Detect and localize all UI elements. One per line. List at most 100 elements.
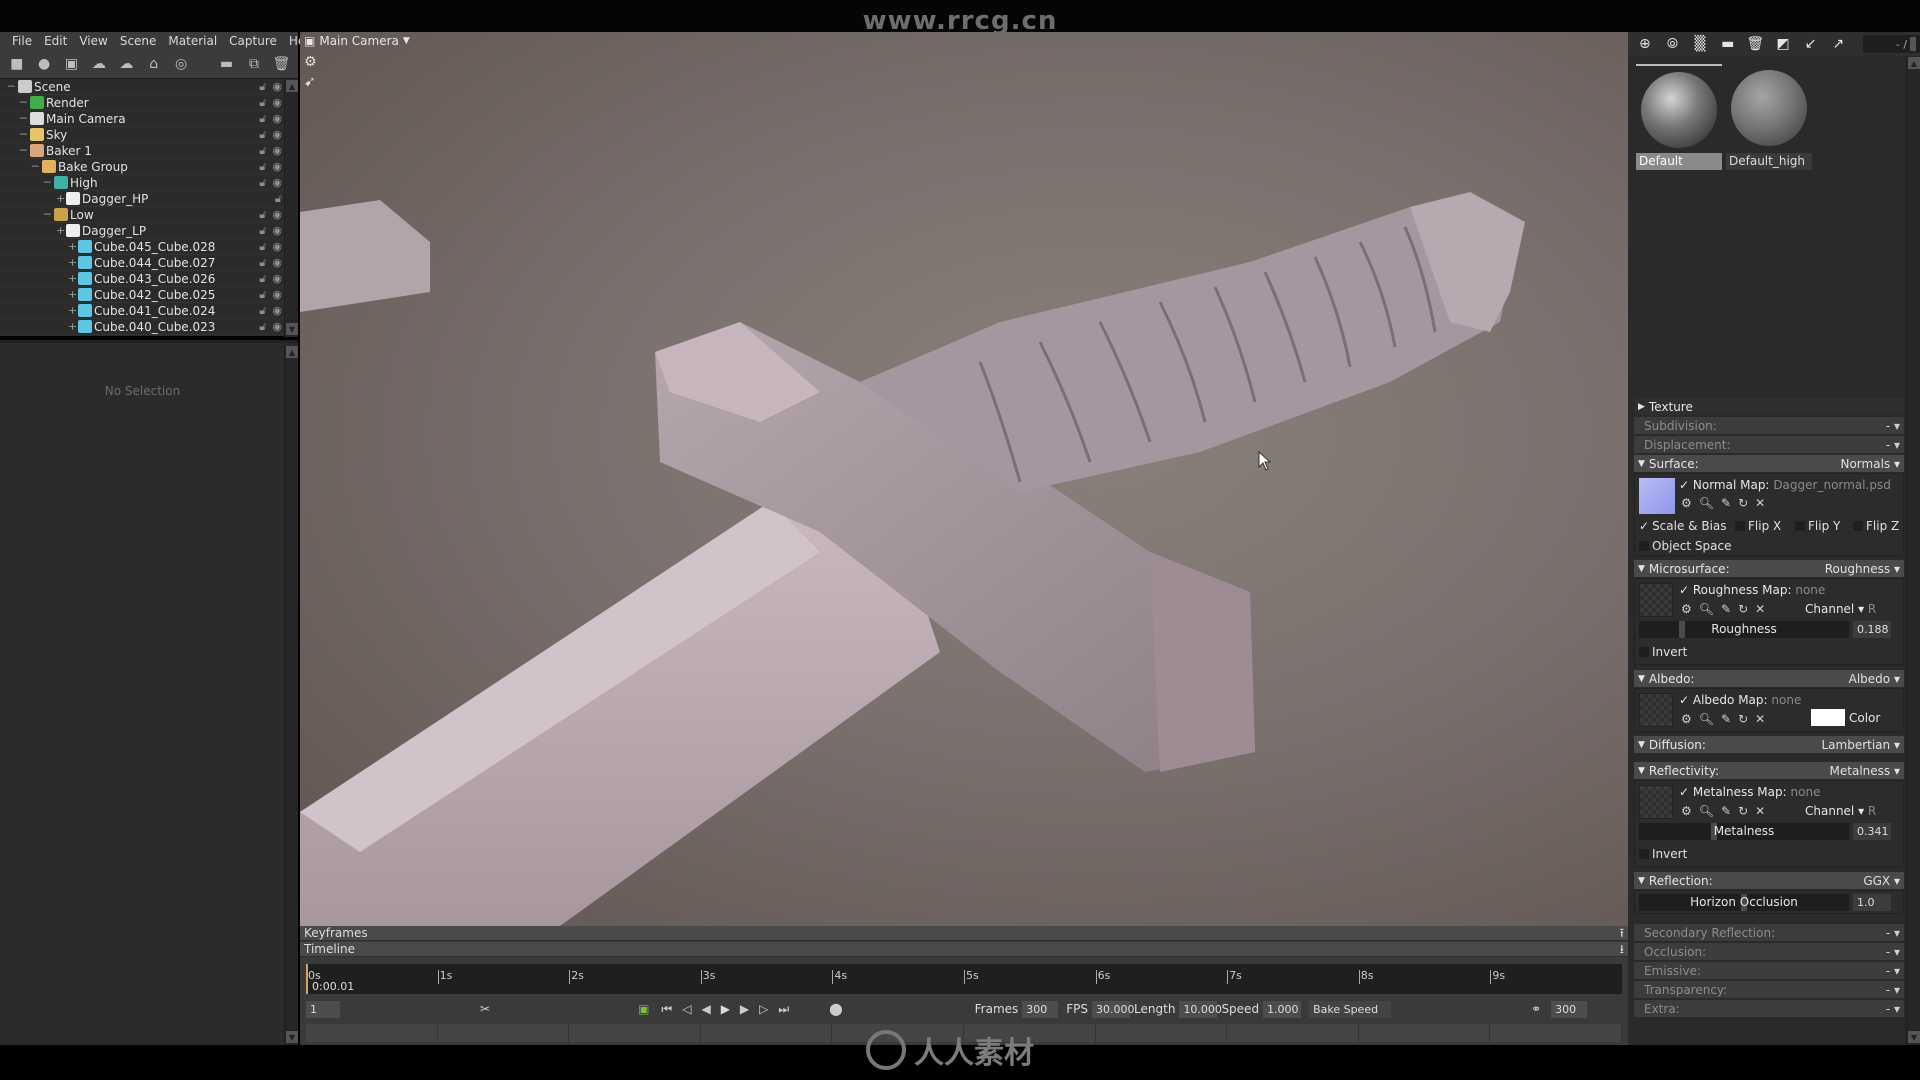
next-keyframe-icon[interactable]: ▷ <box>759 1002 768 1016</box>
visibility-eye-icon[interactable]: ◉ <box>272 80 282 94</box>
visibility-eye-icon[interactable]: ◉ <box>272 272 282 286</box>
add-mesh-icon[interactable]: ■ <box>6 53 27 75</box>
refresh-icon[interactable]: ↻ <box>1738 712 1748 726</box>
add-sky-icon[interactable]: ☁ <box>88 53 109 75</box>
pencil-icon[interactable]: ✎ <box>1721 602 1731 616</box>
gear-icon[interactable]: ⚙ <box>1681 712 1692 726</box>
bake-speed-button[interactable]: Bake Speed <box>1309 1000 1392 1018</box>
outliner-item[interactable]: + Cube.042_Cube.025 🔓︎ ◉ <box>0 287 284 303</box>
delete-icon[interactable]: 🗑︎ <box>1745 33 1767 55</box>
albedo-color-swatch[interactable] <box>1811 709 1845 726</box>
metalness-invert-checkbox[interactable]: Invert <box>1639 847 1687 861</box>
outliner-item[interactable]: ─ Sky 🔓︎ ◉ <box>0 127 284 143</box>
tree-expander-icon[interactable]: ─ <box>20 128 30 141</box>
add-camera-icon[interactable]: ▣ <box>61 53 82 75</box>
visibility-eye-icon[interactable]: ◉ <box>272 240 282 254</box>
outliner-item[interactable]: + Cube.045_Cube.028 🔓︎ ◉ <box>0 239 284 255</box>
search-icon[interactable]: 🔍︎ <box>1699 496 1714 510</box>
add-baker-icon[interactable]: ⌂ <box>143 53 164 75</box>
add-environment-icon[interactable]: ☁ <box>116 53 137 75</box>
lock-icon[interactable]: 🔓︎ <box>259 304 266 318</box>
pencil-icon[interactable]: ✎ <box>1721 804 1731 818</box>
visibility-eye-icon[interactable]: ◉ <box>272 208 282 222</box>
tree-expander-icon[interactable]: ─ <box>8 80 18 93</box>
secondary-reflection-section[interactable]: Secondary Reflection: - ▾ <box>1634 924 1904 941</box>
close-icon[interactable]: ✕ <box>1755 602 1765 616</box>
pencil-icon[interactable]: ✎ <box>1721 712 1731 726</box>
timeline-ruler[interactable]: 0s 1s 2s 3s 4s 5s 6s 7s 8s 9s 0:00.01 <box>306 964 1622 994</box>
roughness-slider[interactable]: Roughness <box>1639 621 1849 638</box>
gear-icon[interactable]: ⚙ <box>1681 602 1692 616</box>
tree-expander-icon[interactable]: ─ <box>44 176 54 189</box>
outliner-item[interactable]: + Cube.040_Cube.023 🔓︎ ◉ <box>0 319 284 335</box>
emissive-section[interactable]: Emissive: - ▾ <box>1634 962 1904 979</box>
lock-icon[interactable]: 🔓︎ <box>259 224 266 238</box>
lock-icon[interactable]: 🔓︎ <box>259 112 266 126</box>
outliner-item[interactable]: + Dagger_LP 🔓︎ ◉ <box>0 223 284 239</box>
folder-icon[interactable]: ▬ <box>1717 33 1739 55</box>
properties-scrollbar[interactable]: ▲ ▼ <box>284 345 298 1045</box>
tree-expander-icon[interactable]: + <box>68 272 78 285</box>
menu-view[interactable]: View <box>73 34 113 48</box>
search-icon[interactable]: 🔍︎ <box>1699 602 1714 616</box>
menu-scene[interactable]: Scene <box>114 34 163 48</box>
keyframes-header[interactable]: Keyframes ⭱ <box>300 926 1628 941</box>
collapse-down-icon[interactable]: ⭳ <box>1620 942 1624 957</box>
add-material-icon[interactable]: ⊕ <box>1634 33 1656 55</box>
outliner-item[interactable]: ─ Scene 🔓︎ ◉ <box>0 79 284 95</box>
extra-section[interactable]: Extra: - ▾ <box>1634 1000 1904 1017</box>
assign-material-icon[interactable]: ◩ <box>1772 33 1794 55</box>
outliner-item[interactable]: + Dagger_HP 🔓︎ <box>0 191 284 207</box>
outliner-item[interactable]: ─ Render 🔓︎ ◉ <box>0 95 284 111</box>
expand-up-icon[interactable]: ⭱ <box>1620 926 1624 941</box>
link-icon[interactable]: ⚭ <box>1531 1002 1541 1016</box>
outliner-item[interactable]: + Cube.044_Cube.027 🔓︎ ◉ <box>0 255 284 271</box>
tree-expander-icon[interactable]: ─ <box>20 144 30 157</box>
object-space-checkbox[interactable]: Object Space <box>1639 539 1731 553</box>
visibility-eye-icon[interactable]: ◉ <box>272 320 282 334</box>
lock-icon[interactable]: 🔓︎ <box>259 208 266 222</box>
tree-expander-icon[interactable]: ─ <box>20 96 30 109</box>
scroll-up-icon[interactable]: ▲ <box>286 80 298 92</box>
refresh-icon[interactable]: ↻ <box>1738 602 1748 616</box>
menu-material[interactable]: Material <box>162 34 223 48</box>
horizon-occlusion-slider[interactable]: Horizon Occlusion <box>1639 894 1849 911</box>
tree-expander-icon[interactable]: + <box>68 320 78 333</box>
normal-map-thumbnail[interactable] <box>1639 478 1675 514</box>
lock-icon[interactable]: 🔓︎ <box>259 288 266 302</box>
visibility-eye-icon[interactable]: ◉ <box>272 224 282 238</box>
tree-expander-icon[interactable]: + <box>68 240 78 253</box>
outliner-item[interactable]: + Cube.043_Cube.026 🔓︎ ◉ <box>0 271 284 287</box>
lock-icon[interactable]: 🔓︎ <box>259 160 266 174</box>
gear-icon[interactable]: ⚙ <box>1681 496 1692 510</box>
visibility-eye-icon[interactable]: ◉ <box>272 176 282 190</box>
visibility-eye-icon[interactable]: ◉ <box>272 96 282 110</box>
scissors-icon[interactable]: ✂ <box>480 1002 490 1016</box>
lock-icon[interactable]: 🔓︎ <box>259 240 266 254</box>
reflection-dropdown[interactable]: GGX ▾ <box>1863 874 1900 888</box>
loop-icon[interactable]: ▣ <box>638 1002 649 1016</box>
roughness-map-thumbnail[interactable] <box>1639 583 1673 617</box>
visibility-eye-icon[interactable]: ◉ <box>272 128 282 142</box>
scale-bias-checkbox[interactable]: ✓ Scale & Bias <box>1639 519 1727 533</box>
scroll-down-icon[interactable]: ▼ <box>286 323 298 335</box>
texture-section[interactable]: ▶ Texture <box>1634 398 1904 415</box>
close-icon[interactable]: ✕ <box>1755 496 1765 510</box>
outliner-item[interactable]: ─ Baker 1 🔓︎ ◉ <box>0 143 284 159</box>
metalness-value[interactable]: 0.341 <box>1853 823 1891 840</box>
albedo-section[interactable]: ▼ Albedo: Albedo ▾ <box>1634 670 1904 687</box>
lock-icon[interactable]: 🔓︎ <box>259 256 266 270</box>
lock-icon[interactable]: 🔓︎ <box>259 176 266 190</box>
rocket-icon[interactable]: ➹ <box>304 74 317 90</box>
visibility-eye-icon[interactable]: ◉ <box>272 144 282 158</box>
lock-icon[interactable]: 🔓︎ <box>259 80 266 94</box>
visibility-eye-icon[interactable]: ◉ <box>272 288 282 302</box>
menu-capture[interactable]: Capture <box>223 34 283 48</box>
flip-x-checkbox[interactable]: Flip X <box>1735 519 1781 533</box>
length-field[interactable]: 10.000 <box>1179 1000 1222 1018</box>
scroll-down-icon[interactable]: ▼ <box>1908 1031 1920 1043</box>
timeline-header[interactable]: Timeline ⭳ <box>300 942 1628 957</box>
lock-icon[interactable]: 🔓︎ <box>259 320 266 334</box>
duplicate-icon[interactable]: ⧉ <box>243 53 264 75</box>
occlusion-section[interactable]: Occlusion: - ▾ <box>1634 943 1904 960</box>
